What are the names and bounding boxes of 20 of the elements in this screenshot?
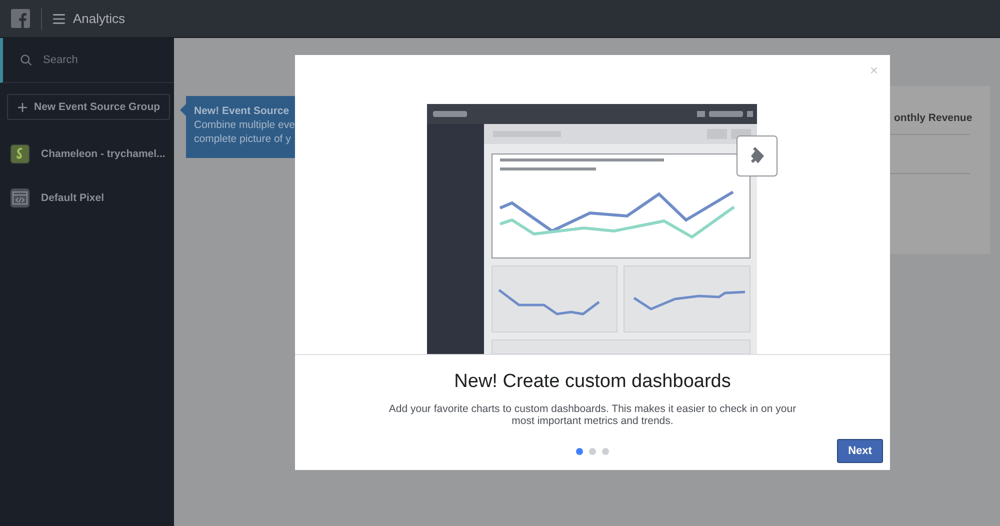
sidebar-item[interactable]: Default Pixel — [0, 176, 174, 220]
sidebar-item[interactable]: Chameleon - trychamel... — [0, 132, 174, 176]
modal-title: New! Create custom dashboards — [454, 371, 731, 393]
tooltip-text: Combine multiple eve — [194, 118, 295, 132]
tooltip-text: complete picture of y — [194, 132, 291, 146]
new-event-source-group-button[interactable]: New Event Source Group — [7, 94, 170, 120]
plus-icon — [18, 102, 27, 112]
page-dot[interactable] — [602, 448, 609, 454]
card-title: onthly Revenue — [894, 112, 974, 124]
page-dot[interactable] — [589, 448, 596, 454]
app-title: Analytics — [73, 11, 126, 26]
search-field[interactable]: Search — [43, 54, 143, 66]
facebook-logo-icon[interactable] — [11, 9, 30, 28]
modal-description: Add your favorite charts to custom dashboards. This makes it easier to check in on your most important metrics and trends. — [388, 403, 798, 427]
menu-icon[interactable] — [53, 14, 65, 24]
next-button[interactable]: Next — [837, 439, 883, 463]
tooltip-title: New! Event Source — [194, 104, 290, 118]
search-icon — [20, 54, 32, 66]
code-window-icon — [10, 188, 30, 208]
page-dot[interactable] — [576, 448, 583, 454]
